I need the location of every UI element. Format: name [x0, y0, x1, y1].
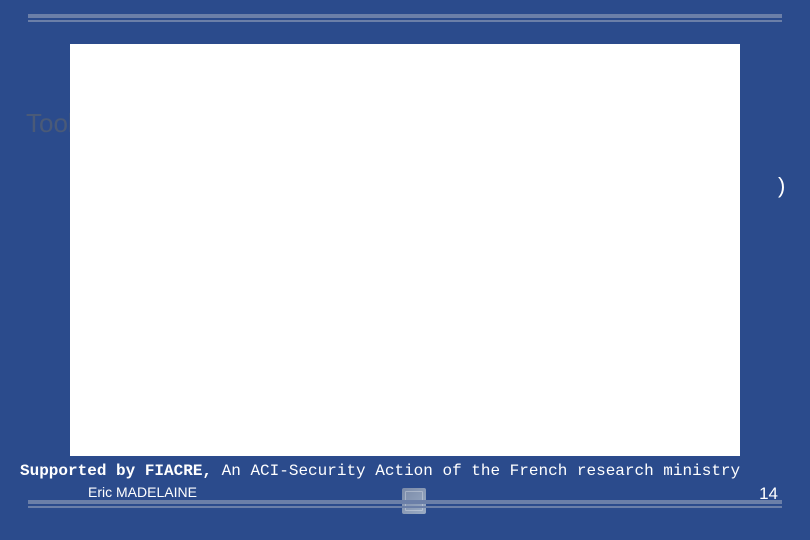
top-border-thin	[28, 20, 782, 22]
stray-text: )	[778, 173, 785, 199]
support-bold-text: Supported by FIACRE,	[20, 462, 212, 480]
bottom-border-thick	[28, 500, 782, 504]
author-name: Eric MADELAINE	[88, 484, 197, 500]
support-credit: Supported by FIACRE, An ACI-Security Act…	[20, 462, 740, 480]
support-rest-text: An ACI-Security Action of the French res…	[212, 462, 740, 480]
bottom-border-thin	[28, 506, 782, 508]
content-area	[70, 44, 740, 456]
top-border-thick	[28, 14, 782, 18]
